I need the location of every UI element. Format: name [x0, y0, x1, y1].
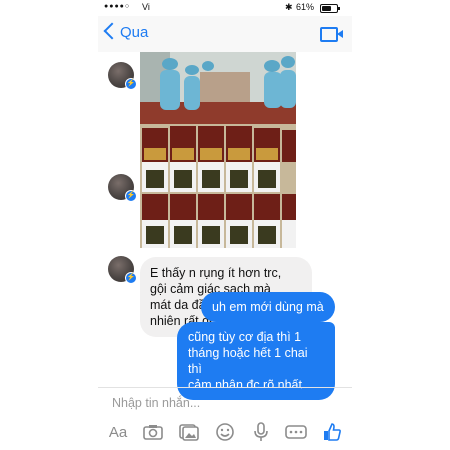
battery-percent: 61%	[296, 2, 315, 12]
message-line: cũng tùy cơ địa thì 1	[188, 330, 302, 344]
more-icon[interactable]	[284, 420, 308, 444]
video-call-icon[interactable]	[320, 27, 343, 42]
camera-icon[interactable]	[142, 420, 164, 444]
shared-photo[interactable]	[140, 52, 296, 248]
battery-icon	[320, 4, 340, 13]
messenger-badge-icon: ⚡	[125, 190, 137, 202]
message-line: E thấy n rụng ít hơn trc,	[150, 266, 282, 280]
avatar[interactable]: ⚡	[108, 174, 137, 202]
text-format-button[interactable]: Aa	[106, 420, 130, 444]
emoji-icon[interactable]	[214, 420, 236, 444]
messenger-badge-icon: ⚡	[125, 272, 137, 284]
factory-photo-image	[140, 52, 296, 248]
avatar[interactable]: ⚡	[108, 256, 137, 284]
message-list[interactable]: ⚡ ⚡ E thấy n rụng ít hơn trc, gội cảm gi…	[98, 52, 352, 400]
carrier-name: Vi	[142, 2, 150, 12]
back-chevron-icon[interactable]	[103, 22, 121, 40]
like-icon[interactable]	[320, 420, 344, 444]
messenger-screen: ●●●●○ Vi ✱ 61% Qua ⚡ ⚡ E thấy n rụng ít …	[98, 0, 352, 450]
composer-toolbar: Aa	[98, 420, 352, 450]
avatar[interactable]: ⚡	[108, 62, 137, 90]
message-input[interactable]: Nhập tin nhắn...	[112, 396, 200, 410]
message-line: tháng hoặc hết 1 chai thì	[188, 346, 308, 376]
message-line: uh em mới dùng mà	[212, 300, 324, 314]
composer-divider	[98, 387, 352, 388]
bluetooth-icon: ✱	[285, 2, 293, 12]
back-button[interactable]: Qua	[120, 24, 148, 41]
microphone-icon[interactable]	[250, 420, 272, 444]
signal-dots-icon: ●●●●○	[104, 3, 131, 10]
gallery-icon[interactable]	[178, 420, 200, 444]
conversation-header: Qua	[98, 16, 352, 53]
messenger-badge-icon: ⚡	[125, 78, 137, 90]
status-bar: ●●●●○ Vi ✱ 61%	[98, 0, 352, 16]
sent-message[interactable]: uh em mới dùng mà	[201, 292, 335, 322]
